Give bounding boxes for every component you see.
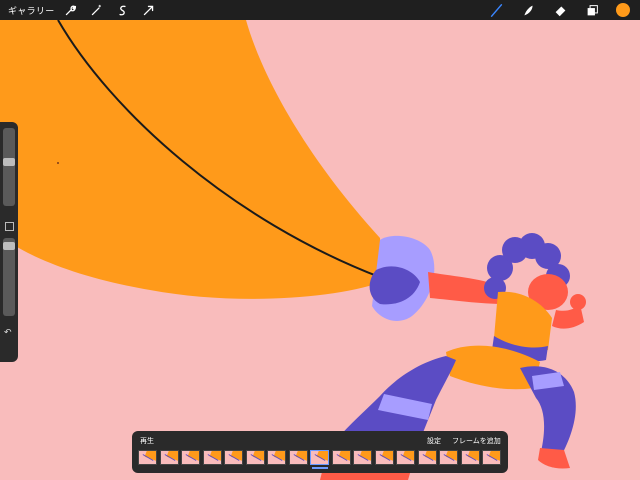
settings-button[interactable]: 設定 (427, 436, 441, 446)
right-toolset (488, 0, 640, 20)
undo-icon[interactable]: ↶ (4, 328, 12, 338)
timeline-frame[interactable] (353, 450, 372, 465)
timeline-frame[interactable] (417, 450, 437, 465)
timeline-frame[interactable] (310, 450, 329, 465)
timeline-frame[interactable] (181, 450, 200, 465)
timeline-frame[interactable] (224, 450, 243, 465)
timeline-frame[interactable] (267, 450, 286, 465)
eraser-icon[interactable] (552, 2, 568, 18)
timeline-frame[interactable] (138, 450, 157, 465)
wrench-icon[interactable] (63, 2, 79, 18)
timeline-frame[interactable] (331, 450, 351, 465)
timeline-frame[interactable] (245, 450, 265, 465)
smudge-icon[interactable] (520, 2, 536, 18)
timeline-frame[interactable] (482, 450, 501, 465)
brush-icon[interactable] (488, 2, 504, 18)
animation-timeline: 再生 設定 フレームを追加 (132, 431, 508, 473)
opacity-thumb[interactable] (3, 242, 15, 250)
gallery-button[interactable]: ギャラリー (8, 4, 55, 17)
add-frame-button[interactable]: フレームを追加 (452, 436, 501, 446)
layers-icon[interactable] (584, 2, 600, 18)
timeline-frame[interactable] (374, 450, 394, 465)
active-frame-marker (312, 467, 328, 469)
timeline-frame[interactable] (439, 450, 458, 465)
left-sidebar: ↶ (0, 122, 18, 362)
selection-icon[interactable] (115, 2, 131, 18)
brush-size-thumb[interactable] (3, 158, 15, 166)
play-button[interactable]: 再生 (140, 436, 154, 446)
timeline-frame[interactable] (396, 450, 415, 465)
brush-size-slider[interactable] (3, 128, 15, 206)
timeline-frame[interactable] (202, 450, 222, 465)
opacity-slider[interactable] (3, 238, 15, 316)
color-picker[interactable] (616, 3, 630, 17)
top-toolbar: ギャラリー (0, 0, 640, 20)
timeline-frame[interactable] (460, 450, 480, 465)
frame-strip (138, 450, 504, 465)
timeline-frame[interactable] (159, 450, 179, 465)
transform-icon[interactable] (141, 2, 157, 18)
timeline-frame[interactable] (288, 450, 308, 465)
drawing-canvas[interactable] (0, 0, 640, 480)
magic-wand-icon[interactable] (89, 2, 105, 18)
modify-button[interactable] (5, 222, 14, 231)
